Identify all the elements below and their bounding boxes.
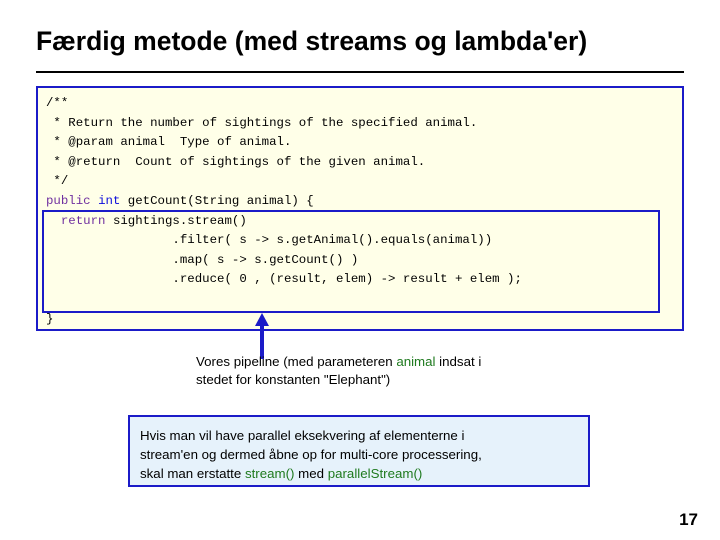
note-line-3-mid: med	[294, 466, 328, 481]
caption-part1: Vores pipeline (med parameteren	[196, 354, 397, 369]
page-number: 17	[679, 510, 698, 529]
slide-root: Færdig metode (med streams og lambda'er)…	[0, 0, 720, 540]
caption-highlight-animal: animal	[396, 354, 436, 369]
note-box: Hvis man vil have parallel eksekvering a…	[128, 415, 590, 487]
code-comment-line-4: * @return Count of sightings of the give…	[46, 154, 426, 169]
title-divider	[36, 71, 684, 73]
code-comment-line-5: */	[46, 174, 69, 189]
code-modifier-public: public	[46, 193, 91, 208]
caption-part2: indsat i	[435, 354, 482, 369]
note-line-2: stream'en og dermed åbne op for multi-co…	[140, 447, 482, 462]
note-line-1: Hvis man vil have parallel eksekvering a…	[140, 428, 465, 443]
code-signature-rest: getCount(String animal) {	[120, 193, 314, 208]
caption-line2: stedet for konstanten "Elephant")	[196, 372, 391, 387]
note-text: Hvis man vil have parallel eksekvering a…	[140, 426, 584, 483]
pipeline-highlight-box	[42, 210, 660, 313]
note-highlight-parallelstream: parallelStream()	[327, 466, 423, 481]
note-highlight-stream: stream()	[244, 466, 295, 481]
code-comment-line-1: /**	[46, 96, 69, 110]
note-line-3-pre: skal man erstatte	[140, 466, 245, 481]
page-title: Færdig metode (med streams og lambda'er)	[36, 26, 588, 56]
pipeline-caption: Vores pipeline (med parameteren animal i…	[196, 353, 616, 389]
code-type-int: int	[98, 193, 121, 208]
code-closing-brace: }	[46, 311, 54, 326]
code-comment-line-2: * Return the number of sightings of the …	[46, 115, 478, 130]
code-comment-line-3: * @param animal Type of animal.	[46, 135, 292, 150]
